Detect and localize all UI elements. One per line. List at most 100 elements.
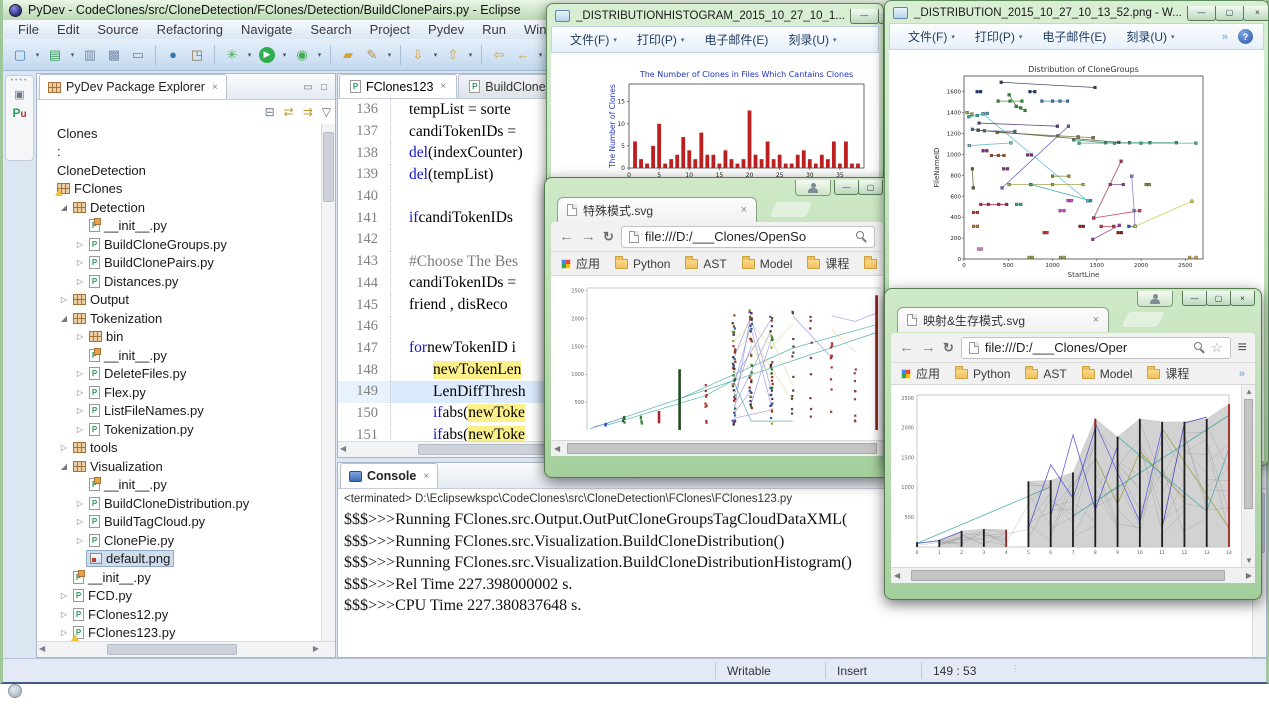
tree-item-line[interactable]: PTokenization.py — [86, 421, 197, 438]
tree-item-line[interactable]: FClones — [54, 180, 125, 197]
close-button[interactable]: × — [1230, 291, 1255, 306]
tree-collapsed-arrow-icon[interactable]: ▷ — [74, 369, 86, 378]
tree-item-line[interactable]: CloneDetection — [54, 162, 149, 179]
bookmark-apps[interactable]: 应用 — [561, 255, 600, 272]
tab-close-icon[interactable]: × — [741, 204, 747, 216]
vertical-scrollbar[interactable]: ▲ ▼ — [1241, 385, 1255, 567]
new-wizard-button[interactable]: ▢ — [9, 44, 31, 66]
tree-item[interactable]: default.png — [38, 550, 320, 569]
tree-item[interactable]: ▷PFClones123.py — [38, 624, 320, 643]
minimize-button[interactable]: — — [850, 9, 879, 24]
bookmark-folder-AST[interactable]: AST — [1025, 367, 1066, 381]
tree-item-line[interactable]: P__init__.py — [86, 347, 170, 364]
tree-item-line[interactable]: tools — [70, 439, 120, 456]
run-button[interactable]: ▶ — [259, 47, 275, 63]
overflow-chevron-icon[interactable]: » — [1239, 368, 1245, 380]
tree-item[interactable]: ▷PFCD.py — [38, 587, 320, 606]
tree-item-line[interactable]: Visualization — [70, 458, 166, 475]
tree-item[interactable]: ▷PDistances.py — [38, 272, 320, 291]
maximize-view-icon[interactable]: □ — [321, 82, 327, 93]
minimize-view-icon[interactable]: ▭ — [304, 82, 313, 93]
menu-file[interactable]: File — [9, 22, 48, 37]
tree-collapsed-arrow-icon[interactable]: ▷ — [58, 591, 70, 600]
save-all-button[interactable]: ▩ — [103, 44, 125, 66]
help-icon[interactable]: ? — [1238, 29, 1253, 44]
restore-view-icon[interactable]: ▣ — [14, 88, 24, 101]
view-menu-icon[interactable]: ▽ — [322, 105, 331, 119]
search-icon[interactable] — [1194, 342, 1205, 353]
viewer-menu-文件(F)[interactable]: 文件(F)▾ — [562, 31, 625, 48]
tree-collapsed-arrow-icon[interactable]: ▷ — [74, 536, 86, 545]
tree-collapsed-arrow-icon[interactable]: ▷ — [58, 443, 70, 452]
minimize-button[interactable]: — — [1187, 6, 1216, 21]
tree-item-line[interactable]: P__init__.py — [86, 217, 170, 234]
bookmark-folder-课程[interactable]: 课程 — [1147, 365, 1189, 382]
new-tab-button[interactable] — [1122, 312, 1165, 327]
tree-item-line[interactable]: Output — [70, 291, 132, 308]
new-module-dropdown-icon[interactable]: ▾ — [68, 51, 77, 59]
tree-item-line[interactable]: bin — [86, 328, 126, 345]
tree-collapsed-arrow-icon[interactable]: ▷ — [58, 628, 70, 637]
tree-item[interactable]: P__init__.py — [38, 346, 320, 365]
tree-collapsed-arrow-icon[interactable]: ▷ — [74, 517, 86, 526]
menu-run[interactable]: Run — [473, 22, 515, 37]
address-bar[interactable]: file:///D:/___Clones/OpenSo — [621, 226, 875, 248]
mark-occurrences-dropdown-icon[interactable]: ▾ — [385, 51, 394, 59]
horizontal-scrollbar[interactable]: ◀ — [551, 440, 883, 456]
browser-tab[interactable]: 特殊模式.svg × — [557, 197, 757, 222]
run-external-button[interactable]: ◉ — [291, 44, 313, 66]
print-button[interactable]: ▭ — [127, 44, 149, 66]
address-bar[interactable]: file:///D:/___Clones/Oper ☆ — [961, 337, 1231, 359]
prev-annotation-dropdown-icon[interactable]: ▾ — [466, 51, 475, 59]
bookmark-folder-课程[interactable]: 课程 — [807, 255, 849, 272]
tree-item[interactable]: ▷tools — [38, 439, 320, 458]
tree-item-line[interactable]: P__init__.py — [70, 569, 154, 586]
maximize-button[interactable]: ▢ — [1215, 6, 1244, 21]
search-icon[interactable] — [856, 231, 867, 242]
browser-tab[interactable]: 映射&生存模式.svg × — [897, 307, 1109, 332]
tree-item[interactable]: ▷Output — [38, 291, 320, 310]
bookmark-folder-Model[interactable]: Model — [1082, 367, 1133, 381]
chrome-menu-icon[interactable]: ≡ — [1238, 339, 1247, 357]
horizontal-scrollbar[interactable]: ◀ ▶ — [891, 567, 1255, 583]
next-annotation-button[interactable]: ⇩ — [407, 44, 429, 66]
menu-refactoring[interactable]: Refactoring — [148, 22, 232, 37]
close-icon[interactable]: × — [212, 82, 218, 93]
tree-collapsed-arrow-icon[interactable]: ▷ — [74, 258, 86, 267]
forward-icon[interactable]: → — [921, 339, 936, 356]
tree-item-line[interactable]: PClonePie.py — [86, 532, 177, 549]
collapse-all-icon[interactable]: ⊟ — [265, 105, 275, 119]
tree-collapsed-arrow-icon[interactable]: ▷ — [74, 388, 86, 397]
taskbar-orb-icon[interactable] — [8, 684, 22, 698]
mark-occurrences-button[interactable]: ✎ — [361, 44, 383, 66]
tree-collapsed-arrow-icon[interactable]: ▷ — [74, 240, 86, 249]
tree-collapsed-arrow-icon[interactable]: ▷ — [58, 295, 70, 304]
tree-item-line[interactable]: PDistances.py — [86, 273, 181, 290]
tree-item[interactable]: ▷PBuildClonePairs.py — [38, 254, 320, 273]
viewer-menu-打印(P)[interactable]: 打印(P)▾ — [629, 31, 693, 48]
new-tab-button[interactable] — [770, 202, 813, 217]
tree-horizontal-scrollbar[interactable]: ◀ ▶ — [37, 641, 335, 657]
tree-item[interactable]: ▷PListFileNames.py — [38, 402, 320, 421]
tree-item[interactable]: CloneDetection — [38, 161, 320, 180]
back-button[interactable]: ← — [512, 44, 534, 66]
tree-item-line[interactable]: PFCD.py — [70, 587, 135, 604]
open-folder-button[interactable]: ▰ — [337, 44, 359, 66]
viewer-menu-文件(F)[interactable]: 文件(F)▾ — [900, 28, 963, 45]
reload-icon[interactable]: ↻ — [943, 340, 954, 356]
tree-item[interactable]: ▷PTokenization.py — [38, 420, 320, 439]
link-with-editor-icon[interactable]: ⇄ — [284, 105, 294, 119]
tab-package-explorer[interactable]: PyDev Package Explorer × — [39, 74, 227, 99]
viewer-titlebar[interactable]: _DISTRIBUTION_2015_10_27_10_13_52.png - … — [885, 1, 1268, 23]
new-module-button[interactable]: ▤ — [44, 44, 66, 66]
maximize-button[interactable]: ▢ — [858, 180, 883, 195]
tree-expanded-arrow-icon[interactable]: ◢ — [58, 314, 70, 323]
tree-item[interactable]: P__init__.py — [38, 217, 320, 236]
close-button[interactable]: × — [1243, 6, 1268, 21]
debug-button[interactable]: ✳ — [221, 44, 243, 66]
back-dropdown-icon[interactable]: ▾ — [536, 51, 545, 59]
menu-edit[interactable]: Edit — [48, 22, 88, 37]
pydev-perspective-icon[interactable]: Pu — [12, 106, 26, 120]
new-wizard-dropdown-icon[interactable]: ▾ — [33, 51, 42, 59]
viewer-titlebar[interactable]: _DISTRIBUTIONHISTOGRAM_2015_10_27_10_1..… — [547, 4, 883, 26]
